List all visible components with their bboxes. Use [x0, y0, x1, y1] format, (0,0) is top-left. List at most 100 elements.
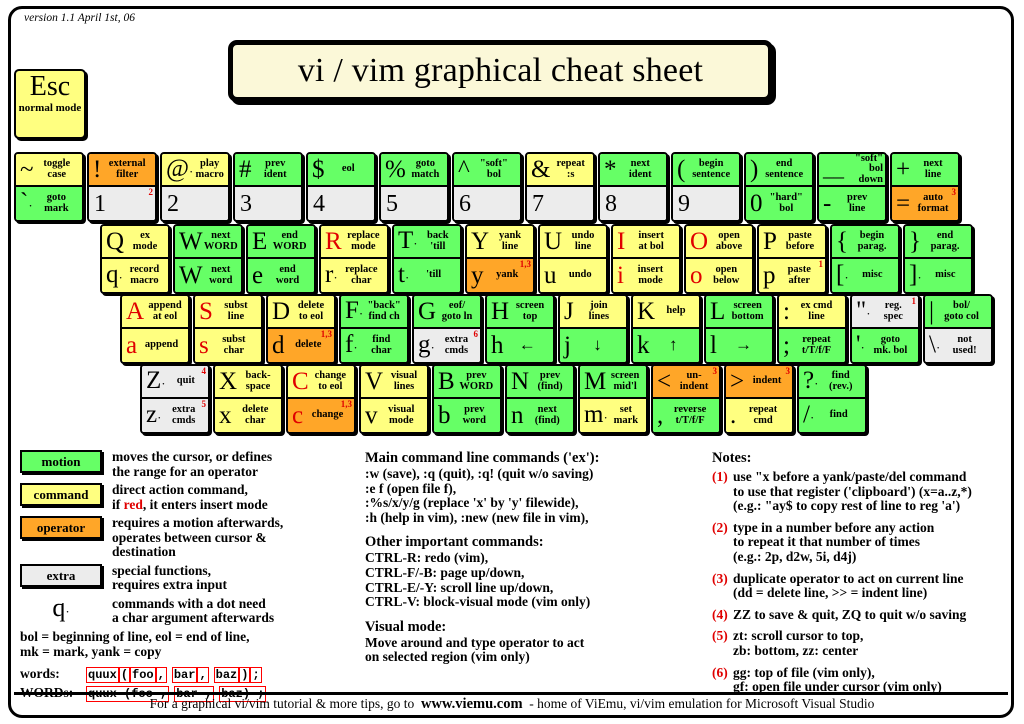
key-a-bot[interactable]: a append	[122, 329, 188, 362]
key-o-bot[interactable]: o open below	[686, 259, 752, 292]
key-quote-bot[interactable]: '· goto mk. bol	[852, 329, 918, 362]
key-equals-top[interactable]: + next line	[892, 154, 958, 187]
key-q-top[interactable]: Qex mode	[102, 226, 168, 259]
key-7-bot[interactable]: 7	[527, 187, 593, 220]
key-v-bot[interactable]: v visual mode	[361, 399, 427, 432]
key-i-top[interactable]: Iinsert at bol	[613, 226, 679, 259]
key-x-bot[interactable]: x delete char	[215, 399, 281, 432]
key-s[interactable]: Ssubst line s subst char	[193, 294, 263, 364]
key-semicolon-bot[interactable]: ; repeat t/T/f/F	[779, 329, 845, 362]
key-minus-bot[interactable]: - prev line	[819, 187, 885, 220]
key-8[interactable]: * next ident 8	[598, 152, 668, 222]
key-t-bot[interactable]: t· 'till	[394, 259, 460, 292]
key-2-bot[interactable]: 2	[162, 187, 228, 220]
key-period-top[interactable]: > indent 3	[726, 366, 792, 399]
key-x-top[interactable]: Xback- space	[215, 366, 281, 399]
key-period-bot[interactable]: . repeat cmd	[726, 399, 792, 432]
key-y[interactable]: Yyank line y yank 1,3	[465, 224, 535, 294]
key-g-top[interactable]: Geof/ goto ln	[414, 296, 480, 329]
key-j-bot[interactable]: j ↓	[560, 329, 626, 362]
key-n[interactable]: Nprev (find) n next (find)	[505, 364, 575, 434]
key-u[interactable]: Uundo line u undo	[538, 224, 608, 294]
key-lbracket-top[interactable]: {begin parag.	[832, 226, 898, 259]
key-h-bot[interactable]: h ←	[487, 329, 553, 362]
key-p-bot[interactable]: p paste after 1	[759, 259, 825, 292]
key-t-top[interactable]: T· back 'till	[394, 226, 460, 259]
key-8-top[interactable]: * next ident	[600, 154, 666, 187]
key-m-bot[interactable]: m· set mark	[580, 399, 646, 432]
key-7[interactable]: & repeat :s 7	[525, 152, 595, 222]
key-3-top[interactable]: # prev ident	[235, 154, 301, 187]
key-t[interactable]: T· back 'till t· 'till	[392, 224, 462, 294]
key-1[interactable]: ! external filter 1 2	[87, 152, 157, 222]
key-f-top[interactable]: F· "back" find ch	[341, 296, 407, 329]
key-i-bot[interactable]: i insert mode	[613, 259, 679, 292]
key-g-bot[interactable]: g· extra cmds 6	[414, 329, 480, 362]
key-i[interactable]: Iinsert at bol i insert mode	[611, 224, 681, 294]
key-k[interactable]: Khelp k ↑	[631, 294, 701, 364]
key-m-top[interactable]: Mscreen mid'l	[580, 366, 646, 399]
key-p[interactable]: Ppaste before p paste after 1	[757, 224, 827, 294]
key-4-top[interactable]: $ eol	[308, 154, 374, 187]
key-c-bot[interactable]: c change 1,3	[288, 399, 354, 432]
key-a-top[interactable]: Aappend at eol	[122, 296, 188, 329]
key-z-bot[interactable]: z· extra cmds 5	[142, 399, 208, 432]
key-v[interactable]: Vvisual lines v visual mode	[359, 364, 429, 434]
key-quote[interactable]: "· reg. spec 1 '· goto mk. bol	[850, 294, 920, 364]
key-k-top[interactable]: Khelp	[633, 296, 699, 329]
key-6-bot[interactable]: 6	[454, 187, 520, 220]
key-semicolon[interactable]: : ex cmd line; repeat t/T/f/F	[777, 294, 847, 364]
key-n-top[interactable]: Nprev (find)	[507, 366, 573, 399]
key-comma-bot[interactable]: , reverse t/T/f/F	[653, 399, 719, 432]
key-d-top[interactable]: Ddelete to eol	[268, 296, 334, 329]
key-0-top[interactable]: ) end sentence	[746, 154, 812, 187]
key-w[interactable]: Wnext WORD Wnext word	[173, 224, 243, 294]
key-comma-top[interactable]: < un- indent 3	[653, 366, 719, 399]
key-backslash-top[interactable]: | bol/ goto col	[925, 296, 991, 329]
key-u-bot[interactable]: u undo	[540, 259, 606, 292]
key-5[interactable]: % goto match 5	[379, 152, 449, 222]
key-o-top[interactable]: Oopen above	[686, 226, 752, 259]
key-l[interactable]: Lscreen bottom l →	[704, 294, 774, 364]
key-z-top[interactable]: Z· quit 4	[142, 366, 208, 399]
key-u-top[interactable]: Uundo line	[540, 226, 606, 259]
key-minus[interactable]: __ "soft" bol down - prev line	[817, 152, 887, 222]
key-lbracket[interactable]: {begin parag. [· misc	[830, 224, 900, 294]
key-2-top[interactable]: @· play macro	[162, 154, 228, 187]
key-equals-bot[interactable]: = auto format 3	[892, 187, 958, 220]
key-g[interactable]: Geof/ goto ln g· extra cmds 6	[412, 294, 482, 364]
key-7-top[interactable]: & repeat :s	[527, 154, 593, 187]
key-0[interactable]: ) end sentence 0 "hard" bol	[744, 152, 814, 222]
key-q-bot[interactable]: q· record macro	[102, 259, 168, 292]
key-l-bot[interactable]: l →	[706, 329, 772, 362]
key-c-top[interactable]: Cchange to eol	[288, 366, 354, 399]
key-4-bot[interactable]: 4	[308, 187, 374, 220]
key-tilde-top[interactable]: ~ toggle case	[16, 154, 82, 187]
key-x[interactable]: Xback- space x delete char	[213, 364, 283, 434]
key-h[interactable]: Hscreen top h ←	[485, 294, 555, 364]
key-k-bot[interactable]: k ↑	[633, 329, 699, 362]
key-h-top[interactable]: Hscreen top	[487, 296, 553, 329]
key-6[interactable]: ^ "soft" bol 6	[452, 152, 522, 222]
key-r[interactable]: Rreplace mode r· replace char	[319, 224, 389, 294]
key-rbracket-top[interactable]: } end parag.	[905, 226, 971, 259]
key-comma[interactable]: < un- indent 3, reverse t/T/f/F	[651, 364, 721, 434]
key-n-bot[interactable]: n next (find)	[507, 399, 573, 432]
key-j-top[interactable]: Jjoin lines	[560, 296, 626, 329]
key-rbracket[interactable]: } end parag.]· misc	[903, 224, 973, 294]
key-minus-top[interactable]: __ "soft" bol down	[819, 154, 885, 187]
key-3[interactable]: # prev ident 3	[233, 152, 303, 222]
key-1-bot[interactable]: 12	[89, 187, 155, 220]
key-backslash-bot[interactable]: \· not used!	[925, 329, 991, 362]
key-slash-bot[interactable]: /· find	[799, 399, 865, 432]
key-r-top[interactable]: Rreplace mode	[321, 226, 387, 259]
key-j[interactable]: Jjoin lines j ↓	[558, 294, 628, 364]
key-equals[interactable]: + next line = auto format 3	[890, 152, 960, 222]
key-d-bot[interactable]: d delete 1,3	[268, 329, 334, 362]
key-p-top[interactable]: Ppaste before	[759, 226, 825, 259]
key-1-top[interactable]: ! external filter	[89, 154, 155, 187]
key-9-bot[interactable]: 9	[673, 187, 739, 220]
key-r-bot[interactable]: r· replace char	[321, 259, 387, 292]
key-a[interactable]: Aappend at eol a append	[120, 294, 190, 364]
key-b-bot[interactable]: b prev word	[434, 399, 500, 432]
